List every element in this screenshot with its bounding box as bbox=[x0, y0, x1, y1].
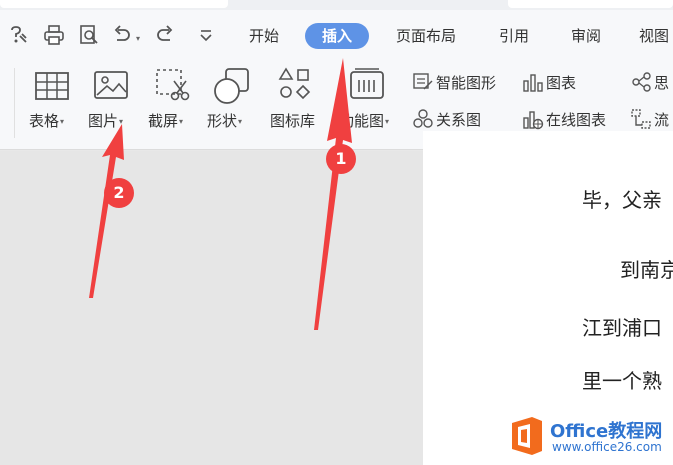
screenshot-icon bbox=[153, 66, 193, 106]
chart-button[interactable]: 图表 bbox=[522, 71, 592, 93]
icon-library-button-label: 图标库 bbox=[270, 112, 316, 130]
document-line: 江到浦口 bbox=[582, 316, 662, 340]
chart-icon bbox=[522, 71, 544, 93]
mind-map-label: 思 bbox=[654, 74, 670, 92]
shapes-icon bbox=[212, 66, 252, 106]
smart-art-button[interactable]: 智能图形 bbox=[412, 71, 516, 93]
chevron-down-icon: ▾ bbox=[238, 117, 243, 126]
tab-page-layout[interactable]: 页面布局 bbox=[388, 23, 464, 49]
print-preview-icon[interactable] bbox=[78, 24, 100, 46]
online-chart-button[interactable]: 在线图表 bbox=[522, 108, 626, 130]
tab-review[interactable]: 审阅 bbox=[566, 23, 606, 49]
chevron-down-icon: ▾ bbox=[385, 117, 390, 126]
document-line: 到南京 bbox=[620, 258, 673, 282]
online-chart-icon bbox=[522, 108, 544, 130]
flowchart-icon bbox=[630, 108, 652, 130]
screenshot-button-label: 截屏 bbox=[148, 112, 179, 130]
flowchart-label: 流 bbox=[654, 111, 670, 129]
shapes-button[interactable]: 形状▾ bbox=[207, 66, 254, 144]
mind-map-button[interactable]: 思 bbox=[630, 71, 673, 93]
flowchart-button[interactable]: 流 bbox=[630, 108, 673, 130]
document-line: 毕，父亲 bbox=[582, 188, 662, 212]
document-tab-sliver[interactable] bbox=[0, 0, 228, 8]
online-chart-label: 在线图表 bbox=[546, 111, 607, 129]
function-chart-button[interactable]: 功能图▾ bbox=[339, 66, 390, 144]
relationship-chart-button[interactable]: 关系图 bbox=[412, 108, 502, 130]
document-tab-sliver[interactable] bbox=[508, 0, 673, 8]
smart-art-label: 智能图形 bbox=[436, 74, 497, 92]
picture-icon bbox=[92, 66, 132, 106]
chevron-down-icon: ▾ bbox=[60, 117, 65, 126]
tab-home[interactable]: 开始 bbox=[244, 23, 284, 49]
insert-table-button[interactable]: 表格▾ bbox=[29, 66, 75, 144]
icon-library-icon bbox=[275, 66, 315, 106]
undo-icon[interactable] bbox=[111, 24, 133, 46]
customize-dropdown-icon[interactable] bbox=[195, 24, 217, 46]
tab-references[interactable]: 引用 bbox=[494, 23, 534, 49]
format-painter-icon[interactable] bbox=[8, 24, 30, 46]
shapes-button-label: 形状 bbox=[207, 112, 238, 130]
tab-view[interactable]: 视图 bbox=[639, 23, 673, 49]
ribbon: ▾ 开始 插入 页面布局 引用 审阅 视图 表格▾ 图片▾ 截屏▾ 形状▾ 图标… bbox=[0, 10, 673, 150]
watermark-url: www.office26.com bbox=[552, 440, 662, 454]
office-logo-icon bbox=[512, 417, 542, 455]
icon-library-button[interactable]: 图标库 bbox=[270, 66, 317, 144]
annotation-marker-2-label: 2 bbox=[113, 183, 125, 202]
relationship-chart-icon bbox=[412, 108, 434, 130]
chart-label: 图表 bbox=[546, 74, 577, 92]
watermark: Office教程网 www.office26.com bbox=[508, 414, 673, 460]
smart-art-icon bbox=[412, 71, 434, 93]
title-strip bbox=[0, 0, 673, 10]
undo-dropdown-icon[interactable]: ▾ bbox=[136, 34, 140, 43]
chevron-down-icon: ▾ bbox=[119, 117, 124, 126]
table-button-label: 表格 bbox=[29, 112, 60, 130]
relationship-chart-label: 关系图 bbox=[436, 111, 482, 129]
function-chart-icon bbox=[347, 66, 387, 106]
function-chart-button-label: 功能图 bbox=[339, 112, 385, 130]
table-icon bbox=[33, 66, 73, 106]
insert-picture-button[interactable]: 图片▾ bbox=[88, 66, 134, 144]
picture-button-label: 图片 bbox=[88, 112, 119, 130]
redo-icon[interactable] bbox=[154, 24, 176, 46]
chevron-down-icon: ▾ bbox=[179, 117, 184, 126]
mind-map-icon bbox=[630, 71, 652, 93]
print-icon[interactable] bbox=[43, 24, 65, 46]
annotation-marker-1-label: 1 bbox=[335, 149, 347, 168]
ribbon-divider bbox=[14, 68, 15, 138]
document-line: 里一个熟 bbox=[582, 369, 662, 393]
tab-insert[interactable]: 插入 bbox=[305, 23, 369, 49]
screenshot-button[interactable]: 截屏▾ bbox=[148, 66, 195, 144]
